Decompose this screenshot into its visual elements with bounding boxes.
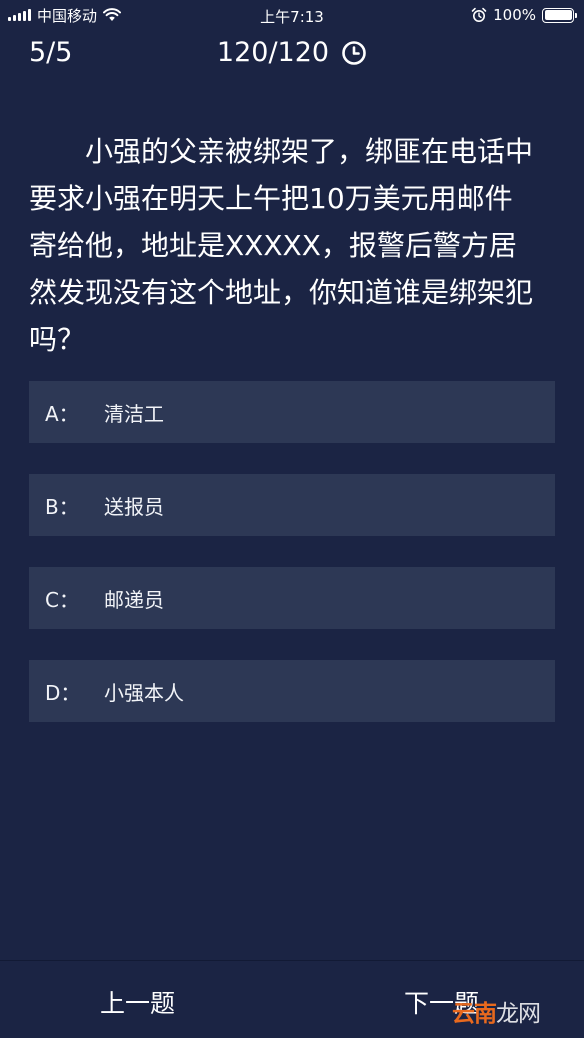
question-text: 小强的父亲被绑架了，绑匪在电话中要求小强在明天上午把10万美元用邮件寄给他，地址… (29, 135, 534, 356)
option-key: A： (45, 401, 79, 426)
option-label: 清洁工 (104, 401, 164, 426)
watermark-rest: 龙网 (496, 1001, 541, 1027)
option-d[interactable]: D： 小强本人 (29, 660, 555, 722)
timer-value: 120/120 (216, 37, 330, 68)
battery-icon (542, 7, 577, 23)
option-b[interactable]: B： 送报员 (29, 474, 555, 536)
option-label: 送报员 (104, 494, 164, 519)
option-c[interactable]: C： 邮递员 (29, 567, 555, 629)
option-label: 邮递员 (104, 587, 164, 612)
option-label: 小强本人 (104, 680, 184, 705)
quiz-screen: 中国移动 上午7:13 100% 5/5 120/120 小强的父亲被绑架了，绑… (0, 0, 584, 1038)
option-a[interactable]: A： 清洁工 (29, 381, 555, 443)
battery-percent: 100% (493, 6, 536, 24)
watermark: 云南龙网 (452, 994, 541, 1028)
status-bar: 中国移动 上午7:13 100% (0, 0, 584, 30)
option-key: B： (45, 494, 79, 519)
timer: 120/120 (0, 37, 584, 68)
bottom-divider (0, 960, 584, 961)
option-key: D： (45, 680, 81, 705)
option-key: C： (45, 587, 79, 612)
clock-icon (342, 40, 366, 65)
prev-question-button[interactable]: 上一题 (100, 984, 175, 1020)
alarm-clock-icon (471, 7, 487, 22)
status-right: 100% (471, 6, 577, 24)
watermark-brand: 云南 (452, 1001, 497, 1027)
